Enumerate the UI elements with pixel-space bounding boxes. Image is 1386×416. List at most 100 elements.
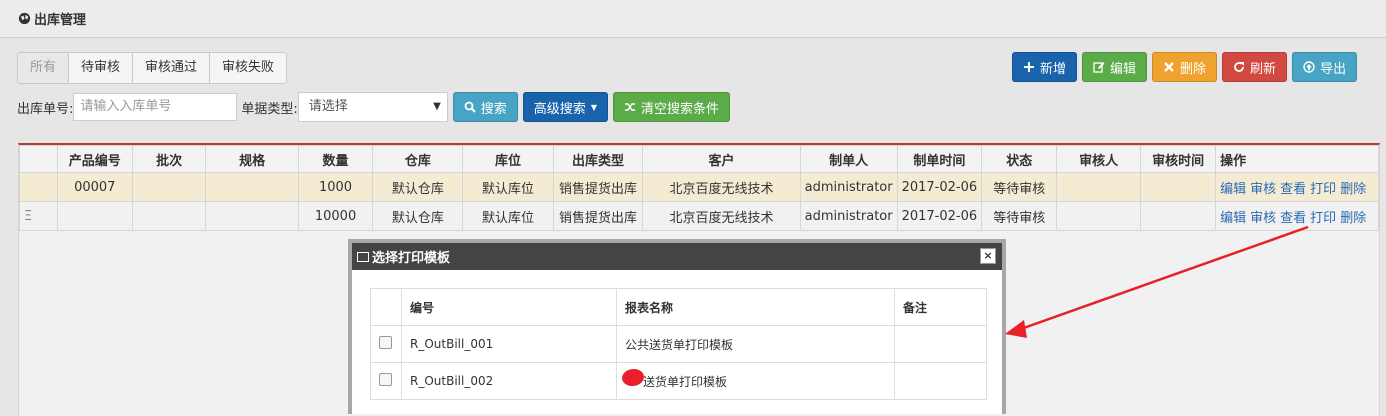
cell-product-no: 00007 bbox=[56, 172, 133, 202]
window-icon bbox=[357, 251, 369, 262]
cell-qty: 1000 bbox=[297, 172, 374, 202]
tab-rejected[interactable]: 审核失败 bbox=[210, 53, 287, 83]
clear-search-label: 清空搜索条件 bbox=[640, 101, 719, 117]
add-button[interactable]: 新增 bbox=[1012, 52, 1078, 82]
page-title: 出库管理 bbox=[34, 13, 87, 28]
table-row[interactable]: Ξ 10000 默认仓库 默认库位 销售提货出库 北京百度无线技术 admini… bbox=[19, 201, 1379, 231]
table-row[interactable]: 00007 1000 默认仓库 默认库位 销售提货出库 北京百度无线技术 adm… bbox=[19, 172, 1379, 202]
cell-product-no bbox=[56, 201, 133, 231]
bill-type-select[interactable]: 请选择 ▼ bbox=[297, 92, 448, 122]
column-header[interactable]: 客户 bbox=[642, 145, 801, 173]
cell-status: 等待审核 bbox=[981, 201, 1058, 231]
cell-warehouse: 默认仓库 bbox=[372, 172, 464, 202]
row-checkbox[interactable] bbox=[379, 373, 392, 386]
clear-search-button[interactable]: 清空搜索条件 bbox=[612, 92, 730, 122]
action-delete-link[interactable]: 删除 bbox=[1340, 211, 1366, 226]
column-header[interactable]: 状态 bbox=[981, 145, 1058, 173]
column-header[interactable]: 产品编号 bbox=[56, 145, 133, 173]
cell-created: 2017-02-06 bbox=[896, 172, 983, 202]
row-handle: Ξ bbox=[19, 201, 58, 231]
tab-pending[interactable]: 待审核 bbox=[69, 53, 134, 83]
template-note bbox=[894, 362, 987, 400]
column-header: 报表名称 bbox=[616, 288, 895, 326]
column-header: 编号 bbox=[401, 288, 617, 326]
cell-warehouse: 默认仓库 bbox=[372, 201, 464, 231]
delete-button[interactable]: 删除 bbox=[1152, 52, 1218, 82]
column-header[interactable]: 出库类型 bbox=[552, 145, 644, 173]
tab-all[interactable]: 所有 bbox=[18, 53, 70, 83]
template-row[interactable]: R_OutBill_001 公共送货单打印模板 bbox=[370, 325, 987, 363]
column-header bbox=[370, 288, 402, 326]
cell-location: 默认库位 bbox=[462, 201, 554, 231]
order-no-label: 出库单号: bbox=[17, 101, 74, 117]
advanced-search-label: 高级搜索 bbox=[533, 101, 586, 117]
print-template-dialog: 选择打印模板 × 编号 报表名称 备注 R_OutBill_001 公共送货单打… bbox=[348, 239, 1006, 414]
cell-status: 等待审核 bbox=[981, 172, 1058, 202]
cell-batch bbox=[131, 201, 207, 231]
dialog-header: 选择打印模板 × bbox=[352, 243, 1002, 270]
column-header[interactable]: 制单时间 bbox=[896, 145, 983, 173]
bill-type-value: 请选择 bbox=[308, 99, 348, 114]
refresh-button[interactable]: 刷新 bbox=[1222, 52, 1288, 82]
action-edit-link[interactable]: 编辑 bbox=[1220, 182, 1246, 197]
search-bar: 出库单号: 请输入入库单号 单据类型: 请选择 ▼ 搜索 高级搜索 ▼ 清空搜索… bbox=[17, 92, 730, 122]
caret-down-icon: ▼ bbox=[433, 101, 441, 112]
cell-spec bbox=[205, 201, 299, 231]
close-button[interactable]: × bbox=[980, 248, 996, 264]
column-header bbox=[19, 145, 58, 173]
column-header[interactable]: 数量 bbox=[297, 145, 374, 173]
cell-out-type: 销售提货出库 bbox=[552, 172, 644, 202]
action-view-link[interactable]: 查看 bbox=[1280, 211, 1306, 226]
export-button[interactable]: 导出 bbox=[1292, 52, 1358, 82]
cell-spec bbox=[205, 172, 299, 202]
cell-batch bbox=[131, 172, 207, 202]
column-header[interactable]: 库位 bbox=[462, 145, 554, 173]
outbound-table: 产品编号 批次 规格 数量 仓库 库位 出库类型 客户 制单人 制单时间 状态 … bbox=[19, 145, 1379, 231]
advanced-search-button[interactable]: 高级搜索 ▼ bbox=[522, 92, 608, 122]
cell-creator: administrator bbox=[799, 201, 898, 231]
template-name: 送货单打印模板 bbox=[616, 362, 895, 400]
action-audit-link[interactable]: 审核 bbox=[1250, 211, 1276, 226]
action-delete-link[interactable]: 删除 bbox=[1340, 182, 1366, 197]
search-button-label: 搜索 bbox=[480, 101, 507, 117]
refresh-button-label: 刷新 bbox=[1250, 61, 1277, 77]
column-header[interactable]: 审核人 bbox=[1056, 145, 1142, 173]
row-checkbox[interactable] bbox=[379, 336, 392, 349]
column-header[interactable]: 审核时间 bbox=[1140, 145, 1217, 173]
refresh-icon bbox=[1234, 62, 1245, 72]
cell-customer: 北京百度无线技术 bbox=[642, 201, 801, 231]
action-view-link[interactable]: 查看 bbox=[1280, 182, 1306, 197]
cell-location: 默认库位 bbox=[462, 172, 554, 202]
column-header[interactable]: 制单人 bbox=[799, 145, 898, 173]
column-header[interactable]: 仓库 bbox=[372, 145, 464, 173]
edit-button[interactable]: 编辑 bbox=[1082, 52, 1148, 82]
row-select-cell bbox=[370, 325, 402, 363]
template-row[interactable]: R_OutBill_002 送货单打印模板 bbox=[370, 362, 987, 400]
cell-out-type: 销售提货出库 bbox=[552, 201, 644, 231]
action-edit-link[interactable]: 编辑 bbox=[1220, 211, 1246, 226]
column-header[interactable]: 批次 bbox=[131, 145, 207, 173]
add-button-label: 新增 bbox=[1040, 61, 1067, 77]
order-no-input[interactable]: 请输入入库单号 bbox=[73, 93, 238, 121]
action-print-link[interactable]: 打印 bbox=[1310, 211, 1336, 226]
action-audit-link[interactable]: 审核 bbox=[1250, 182, 1276, 197]
table-header-row: 产品编号 批次 规格 数量 仓库 库位 出库类型 客户 制单人 制单时间 状态 … bbox=[19, 145, 1379, 173]
search-button[interactable]: 搜索 bbox=[452, 92, 518, 122]
cell-customer: 北京百度无线技术 bbox=[642, 172, 801, 202]
cell-created: 2017-02-06 bbox=[896, 201, 983, 231]
column-header[interactable]: 规格 bbox=[205, 145, 299, 173]
action-print-link[interactable]: 打印 bbox=[1310, 182, 1336, 197]
cell-actions: 编辑 审核 查看 打印 删除 bbox=[1215, 201, 1379, 231]
template-table: 编号 报表名称 备注 R_OutBill_001 公共送货单打印模板 R_Out… bbox=[370, 288, 987, 400]
caret-down-icon: ▼ bbox=[590, 102, 597, 112]
template-code: R_OutBill_001 bbox=[401, 325, 617, 363]
globe-icon bbox=[18, 12, 31, 25]
delete-button-label: 删除 bbox=[1180, 61, 1207, 77]
tab-approved[interactable]: 审核通过 bbox=[133, 53, 211, 83]
status-tabs: 所有 待审核 审核通过 审核失败 bbox=[17, 52, 288, 84]
cell-qty: 10000 bbox=[297, 201, 374, 231]
edit-button-label: 编辑 bbox=[1110, 61, 1137, 77]
search-icon bbox=[464, 101, 476, 113]
column-header: 操作 bbox=[1215, 145, 1379, 173]
cell-audit-time bbox=[1140, 172, 1217, 202]
